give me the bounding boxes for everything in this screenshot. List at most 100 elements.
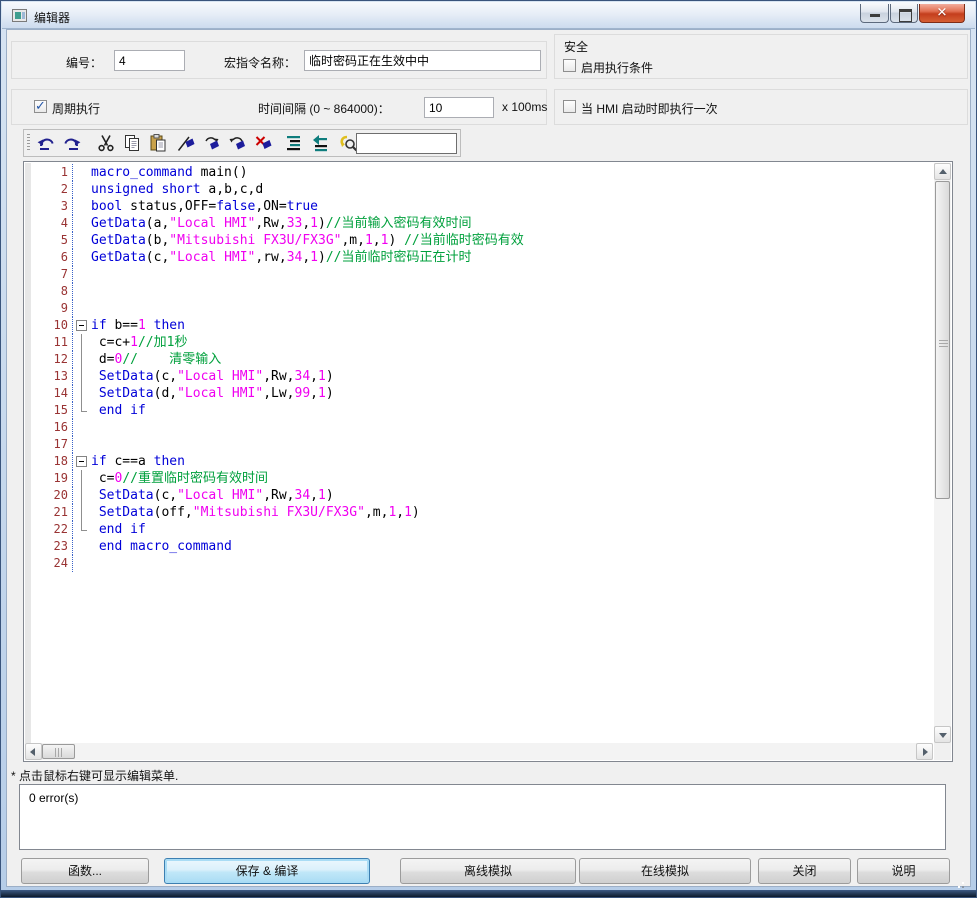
code-text: c=0//重置临时密码有效时间: [90, 470, 268, 487]
scroll-right-icon[interactable]: [916, 743, 933, 760]
code-text: SetData(c,"Local HMI",Rw,34,1): [90, 368, 334, 385]
code-line: 5GetData(b,"Mitsubishi FX3U/FX3G",m,1,1)…: [31, 232, 933, 249]
fold-marker: [73, 334, 90, 351]
code-text: GetData(c,"Local HMI",rw,34,1)//当前临时密码正在…: [90, 249, 471, 266]
code-text: macro_command main(): [90, 164, 248, 181]
scroll-left-icon[interactable]: [25, 743, 42, 760]
toggle-bookmark-icon[interactable]: [176, 133, 198, 155]
macro-name-input[interactable]: [304, 50, 541, 71]
close-button[interactable]: 关闭: [758, 858, 851, 884]
code-line: 18if c==a then: [31, 453, 933, 470]
maximize-icon[interactable]: [890, 4, 918, 23]
copy-icon[interactable]: [122, 133, 144, 155]
next-bookmark-icon[interactable]: [202, 133, 224, 155]
error-count-text: 0 error(s): [29, 791, 78, 805]
error-output-panel: 0 error(s): [19, 784, 946, 850]
prev-bookmark-icon[interactable]: [228, 133, 250, 155]
vertical-scrollbar[interactable]: [934, 163, 951, 743]
vertical-scrollbar-thumb[interactable]: [935, 181, 950, 499]
code-line: 15 end if: [31, 402, 933, 419]
code-line: 14 SetData(d,"Local HMI",Lw,99,1): [31, 385, 933, 402]
code-line: 8: [31, 283, 933, 300]
code-lines[interactable]: 1macro_command main()2unsigned short a,b…: [31, 164, 933, 743]
online-simulation-button[interactable]: 在线模拟: [579, 858, 751, 884]
code-line: 6GetData(c,"Local HMI",rw,34,1)//当前临时密码正…: [31, 249, 933, 266]
code-text: SetData(off,"Mitsubishi FX3U/FX3G",m,1,1…: [90, 504, 420, 521]
code-text: [90, 283, 91, 300]
code-line: 21 SetData(off,"Mitsubishi FX3U/FX3G",m,…: [31, 504, 933, 521]
code-text: unsigned short a,b,c,d: [90, 181, 263, 198]
code-text: SetData(c,"Local HMI",Rw,34,1): [90, 487, 334, 504]
fold-marker: [73, 300, 90, 317]
line-number: 2: [31, 181, 73, 198]
run-on-startup-checkbox[interactable]: [563, 100, 576, 113]
code-editor[interactable]: 1macro_command main()2unsigned short a,b…: [23, 161, 953, 762]
line-number: 8: [31, 283, 73, 300]
functions-button[interactable]: 函数...: [21, 858, 149, 884]
periodic-exec-checkbox[interactable]: [34, 100, 47, 113]
window-title: 编辑器: [34, 9, 70, 26]
macro-name-label: 宏指令名称：: [224, 54, 296, 71]
indent-icon[interactable]: [284, 133, 306, 155]
interval-input[interactable]: [424, 97, 494, 118]
window-bottom-edge: [1, 890, 976, 897]
code-text: if b==1 then: [90, 317, 185, 334]
code-text: [90, 555, 91, 572]
close-icon[interactable]: [919, 4, 965, 23]
code-text: [90, 436, 91, 453]
line-number: 11: [31, 334, 73, 351]
right-click-hint: * 点击鼠标右键可显示编辑菜单.: [11, 767, 178, 784]
scroll-down-icon[interactable]: [934, 726, 951, 743]
code-line: 13 SetData(c,"Local HMI",Rw,34,1): [31, 368, 933, 385]
exec-condition-checkbox[interactable]: [563, 59, 576, 72]
line-number: 16: [31, 419, 73, 436]
fold-toggle-icon[interactable]: [73, 453, 90, 470]
fold-toggle-icon[interactable]: [73, 317, 90, 334]
fold-marker: [73, 232, 90, 249]
code-line: 19 c=0//重置临时密码有效时间: [31, 470, 933, 487]
code-line: 11 c=c+1//加1秒: [31, 334, 933, 351]
interval-unit-label: x 100ms: [502, 100, 547, 114]
fold-marker: [73, 521, 90, 538]
code-text: end if: [90, 521, 146, 538]
offline-simulation-button[interactable]: 离线模拟: [400, 858, 576, 884]
save-compile-button[interactable]: 保存 & 编译: [164, 858, 370, 884]
minimize-icon[interactable]: [860, 4, 889, 23]
macro-id-input[interactable]: [114, 50, 185, 71]
horizontal-scrollbar[interactable]: [25, 743, 933, 760]
fold-marker: [73, 368, 90, 385]
fold-marker: [73, 249, 90, 266]
fold-marker: [73, 555, 90, 572]
scroll-up-icon[interactable]: [934, 163, 951, 180]
code-line: 22 end if: [31, 521, 933, 538]
code-line: 9: [31, 300, 933, 317]
code-text: [90, 266, 91, 283]
fold-marker: [73, 419, 90, 436]
code-text: c=c+1//加1秒: [90, 334, 187, 351]
fold-marker: [73, 487, 90, 504]
undo-icon[interactable]: [36, 133, 58, 155]
code-line: 4GetData(a,"Local HMI",Rw,33,1)//当前输入密码有…: [31, 215, 933, 232]
fold-marker: [73, 215, 90, 232]
interval-label: 时间间隔 (0 ~ 864000)：: [258, 100, 390, 117]
exec-condition-label: 启用执行条件: [581, 59, 653, 76]
code-text: bool status,OFF=false,ON=true: [90, 198, 318, 215]
line-number: 17: [31, 436, 73, 453]
outdent-icon[interactable]: [310, 133, 332, 155]
toolbar-search-input[interactable]: [356, 133, 457, 154]
fold-marker: [73, 436, 90, 453]
code-line: 17: [31, 436, 933, 453]
line-number: 24: [31, 555, 73, 572]
horizontal-scrollbar-thumb[interactable]: [42, 744, 75, 759]
help-button[interactable]: 说明: [857, 858, 950, 884]
scrollbar-corner: [934, 743, 951, 760]
redo-icon[interactable]: [62, 133, 84, 155]
fold-marker: [73, 351, 90, 368]
clear-bookmarks-icon[interactable]: [254, 133, 276, 155]
periodic-panel: 周期执行 时间间隔 (0 ~ 864000)： x 100ms: [11, 89, 547, 125]
cut-icon[interactable]: [96, 133, 118, 155]
line-number: 4: [31, 215, 73, 232]
security-label: 安全: [564, 38, 588, 55]
paste-icon[interactable]: [148, 133, 170, 155]
code-text: end if: [90, 402, 146, 419]
